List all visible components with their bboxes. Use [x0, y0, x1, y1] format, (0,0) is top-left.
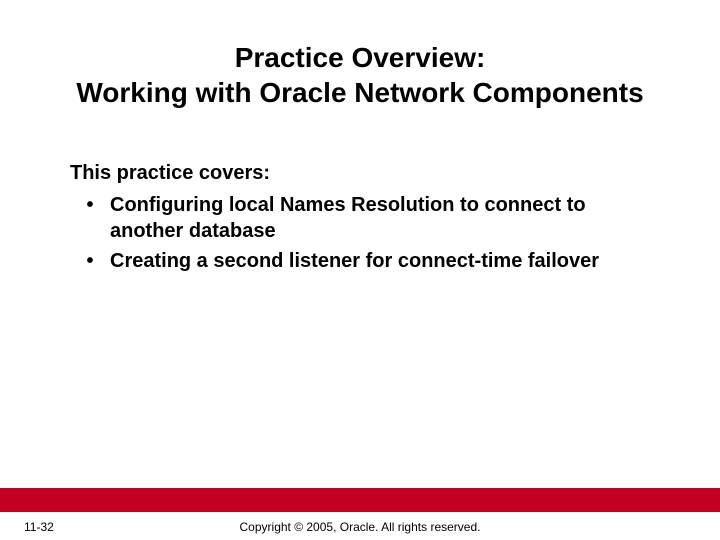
- list-item: • Configuring local Names Resolution to …: [70, 192, 660, 244]
- slide: Practice Overview: Working with Oracle N…: [0, 0, 720, 540]
- bullet-text: Configuring local Names Resolution to co…: [110, 192, 660, 244]
- footer-bar: ORACLE: [0, 488, 720, 512]
- slide-title: Practice Overview: Working with Oracle N…: [0, 40, 720, 110]
- bullet-icon: •: [70, 248, 110, 274]
- list-item: • Creating a second listener for connect…: [70, 248, 660, 274]
- title-line-2: Working with Oracle Network Components: [0, 75, 720, 110]
- oracle-logo: ORACLE: [614, 464, 700, 482]
- copyright-text: Copyright © 2005, Oracle. All rights res…: [0, 520, 720, 534]
- bullet-text: Creating a second listener for connect-t…: [110, 248, 660, 274]
- bullet-list: • Configuring local Names Resolution to …: [70, 192, 660, 274]
- slide-body: This practice covers: • Configuring loca…: [70, 160, 660, 278]
- intro-text: This practice covers:: [70, 160, 660, 186]
- bullet-icon: •: [70, 192, 110, 218]
- title-line-1: Practice Overview:: [0, 40, 720, 75]
